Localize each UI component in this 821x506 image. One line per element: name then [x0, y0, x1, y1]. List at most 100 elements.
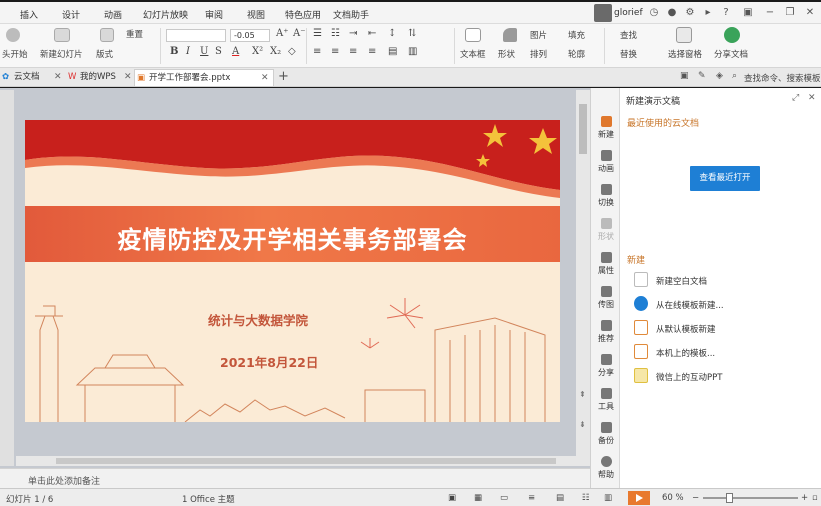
help-icon[interactable]: ?: [720, 7, 732, 19]
sidebar-item-tools[interactable]: 工具: [591, 388, 621, 412]
scroll-thumb[interactable]: [579, 104, 587, 154]
department-text[interactable]: 统计与大数据学院: [208, 310, 308, 329]
columns-icon[interactable]: ▥: [408, 46, 417, 57]
tab-cloud-docs[interactable]: ✿ 云文档 ✕: [0, 69, 62, 86]
new-from-default-template-item[interactable]: 从默认模板新建: [634, 319, 819, 337]
wps-icon[interactable]: ◈: [716, 71, 723, 81]
wechat-interactive-ppt-item[interactable]: 微信上的互动PPT: [634, 367, 819, 385]
prev-slide-icon[interactable]: ⇞: [579, 390, 586, 399]
align-center-icon[interactable]: ≡: [331, 46, 339, 57]
play-from-start-button[interactable]: 头开始: [2, 48, 28, 60]
monitor-icon[interactable]: ▣: [680, 71, 689, 81]
menu-insert[interactable]: 插入: [20, 8, 38, 21]
slide-canvas[interactable]: 疫情防控及开学相关事务部署会 统计与大数据学院 2021年8月22日: [25, 120, 560, 422]
numbered-list-icon[interactable]: ☷: [331, 28, 340, 39]
zoom-out-icon[interactable]: −: [692, 493, 699, 503]
skin-icon[interactable]: ●: [666, 7, 678, 19]
new-slide-button[interactable]: 新建幻灯片: [40, 48, 83, 60]
menu-review[interactable]: 审阅: [205, 8, 223, 21]
horizontal-scrollbar[interactable]: [16, 456, 576, 466]
outline-view-icon[interactable]: ☷: [582, 493, 590, 503]
menu-slideshow[interactable]: 幻灯片放映: [143, 8, 188, 21]
share-doc-button[interactable]: 分享文档: [714, 48, 748, 60]
picture-button[interactable]: 图片: [530, 29, 547, 41]
avatar[interactable]: [594, 4, 612, 22]
strikethrough-icon[interactable]: S: [215, 46, 222, 57]
bold-icon[interactable]: B: [170, 46, 178, 57]
new-slide-icon[interactable]: [54, 28, 70, 42]
italic-icon[interactable]: I: [186, 46, 190, 57]
menu-doc-assistant[interactable]: 文档助手: [333, 8, 369, 21]
sidebar-item-recommend[interactable]: 推荐: [591, 320, 621, 344]
skin-icon[interactable]: ✎: [698, 71, 706, 81]
layout-icon[interactable]: [100, 28, 114, 42]
subscript-icon[interactable]: X₂: [270, 46, 281, 57]
sidebar-item-new[interactable]: 新建: [591, 116, 621, 140]
sidebar-item-animation[interactable]: 动画: [591, 150, 621, 174]
panel-title[interactable]: 新建演示文稿: [626, 94, 680, 107]
align-right-icon[interactable]: ≡: [349, 46, 357, 57]
reading-view-icon[interactable]: ▭: [500, 493, 508, 503]
superscript-icon[interactable]: X²: [252, 46, 263, 57]
zoom-slider-thumb[interactable]: [726, 493, 733, 503]
replace-button[interactable]: 替换: [620, 48, 637, 60]
sidebar-item-help[interactable]: 帮助: [591, 456, 621, 480]
close-panel-icon[interactable]: ✕: [808, 93, 816, 103]
normal-view-icon[interactable]: ▣: [448, 493, 456, 503]
clock-icon[interactable]: ◷: [648, 7, 660, 19]
close-tab-icon[interactable]: ✕: [54, 69, 62, 86]
notes-placeholder[interactable]: 单击此处添加备注: [28, 474, 100, 487]
distribute-icon[interactable]: ▤: [388, 46, 397, 57]
scroll-thumb[interactable]: [56, 458, 556, 464]
sidebar-item-upload-image[interactable]: 传图: [591, 286, 621, 310]
close-icon[interactable]: ✕: [804, 7, 816, 19]
sidebar-item-share[interactable]: 分享: [591, 354, 621, 378]
command-search-input[interactable]: 查找命令、搜索模板: [744, 72, 821, 84]
font-name-field[interactable]: [166, 29, 226, 42]
clear-format-icon[interactable]: ◇: [288, 46, 296, 57]
text-direction-icon[interactable]: ⇅: [408, 28, 416, 39]
slide-title[interactable]: 疫情防控及开学相关事务部署会: [25, 220, 560, 255]
shape-button[interactable]: 形状: [498, 48, 515, 60]
font-color-icon[interactable]: A: [232, 46, 239, 57]
fit-window-icon[interactable]: ▫: [812, 493, 818, 503]
next-slide-icon[interactable]: ⇟: [579, 420, 586, 429]
select-pane-button[interactable]: 选择窗格: [668, 48, 702, 60]
tab-active-presentation[interactable]: ▣ 开学工作部署会.pptx ✕: [134, 69, 274, 86]
textbox-icon[interactable]: [465, 28, 481, 42]
sorter-view-icon[interactable]: ▦: [474, 493, 482, 503]
line-spacing-icon[interactable]: ↕: [388, 28, 396, 39]
pin-icon[interactable]: ⤢: [792, 93, 799, 103]
find-button[interactable]: 查找: [620, 29, 637, 41]
grow-font-icon[interactable]: A⁺: [276, 28, 289, 39]
shrink-font-icon[interactable]: A⁻: [293, 28, 306, 39]
sidebar-item-backup[interactable]: 备份: [591, 422, 621, 446]
layout-button[interactable]: 版式: [96, 48, 113, 60]
vertical-scrollbar[interactable]: ⇞ ⇟: [576, 90, 590, 466]
window-icon[interactable]: ▣: [742, 7, 754, 19]
date-text[interactable]: 2021年8月22日: [220, 352, 318, 371]
justify-icon[interactable]: ≡: [368, 46, 376, 57]
shape-icon[interactable]: [503, 28, 517, 42]
bullet-list-icon[interactable]: ☰: [313, 28, 322, 39]
fill-button[interactable]: 填充: [568, 29, 585, 41]
play-slideshow-button[interactable]: [628, 491, 650, 505]
align-left-icon[interactable]: ≡: [313, 46, 321, 57]
close-tab-icon[interactable]: ✕: [261, 70, 269, 87]
sidebar-item-property[interactable]: 属性: [591, 252, 621, 276]
feedback-icon[interactable]: ▸: [702, 7, 714, 19]
settings-icon[interactable]: ⚙: [684, 7, 696, 19]
textbox-button[interactable]: 文本框: [460, 48, 486, 60]
view-recent-button[interactable]: 查看最近打开: [690, 166, 760, 191]
tab-my-wps[interactable]: W 我的WPS ✕: [66, 69, 132, 86]
grid-view-icon[interactable]: ▤: [556, 493, 564, 503]
menu-design[interactable]: 设计: [62, 8, 80, 21]
sidebar-item-shape[interactable]: 形状: [591, 218, 621, 242]
menu-animation[interactable]: 动画: [104, 8, 122, 21]
sidebar-item-transition[interactable]: 切换: [591, 184, 621, 208]
new-tab-icon[interactable]: +: [278, 69, 289, 84]
outdent-icon[interactable]: ⇤: [368, 28, 376, 39]
local-template-item[interactable]: 本机上的模板...: [634, 343, 819, 361]
arrange-button[interactable]: 排列: [530, 48, 547, 60]
share-icon[interactable]: [724, 27, 740, 43]
